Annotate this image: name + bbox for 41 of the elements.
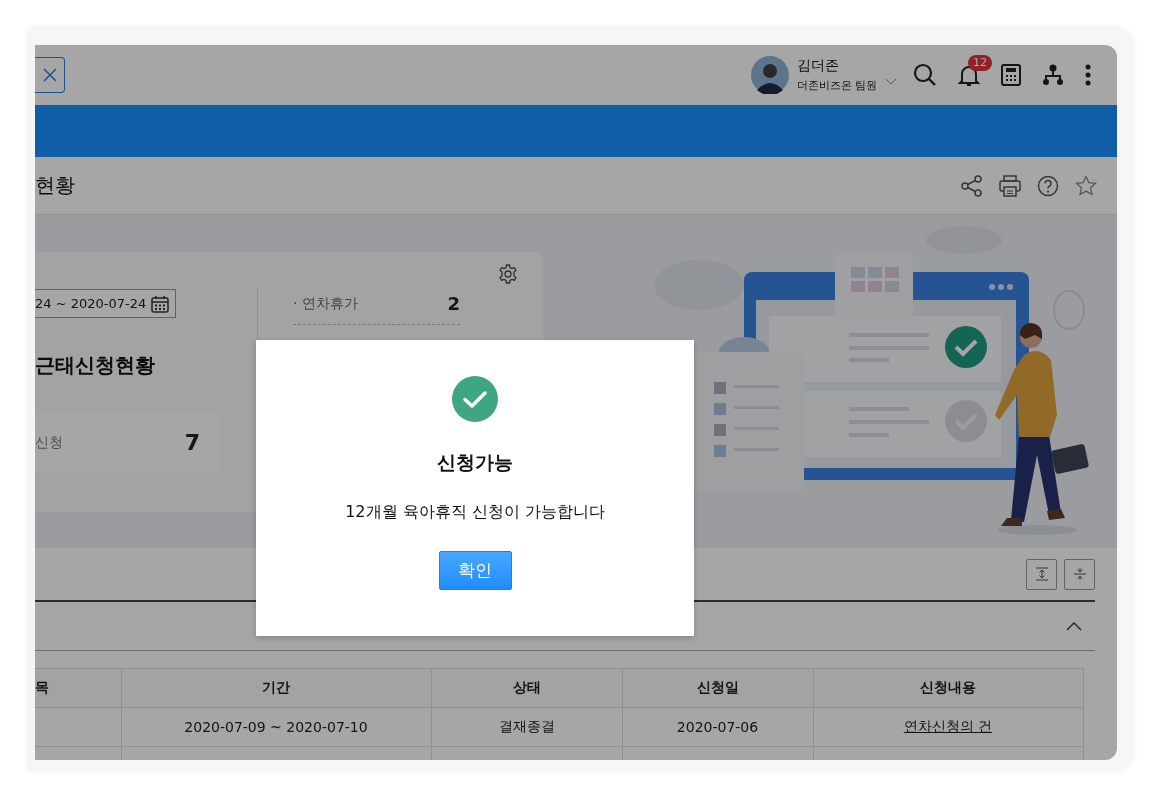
- dialog-message: 12개월 육아휴직 신청이 가능합니다: [345, 502, 605, 523]
- calculator-icon[interactable]: [1001, 64, 1021, 86]
- expand-icon: [1034, 567, 1049, 581]
- column-header: 기간: [262, 679, 290, 695]
- close-icon: [42, 68, 57, 82]
- favorite-star-icon[interactable]: [1075, 174, 1097, 197]
- collapse-icon: [1072, 567, 1087, 581]
- table-cell: 2020-07-09 ~ 2020-07-10: [184, 719, 368, 735]
- table-cell: 결재종결: [498, 718, 555, 734]
- help-icon[interactable]: [1037, 174, 1059, 197]
- total-value: 7: [184, 430, 200, 455]
- more-icon[interactable]: [1085, 64, 1091, 86]
- print-icon[interactable]: [999, 174, 1021, 197]
- summary-heading: 근태신청현황: [35, 352, 156, 379]
- search-icon[interactable]: [913, 63, 937, 87]
- success-check-icon: [452, 376, 498, 422]
- collapse-all-button[interactable]: [1064, 558, 1095, 590]
- user-role: 더존비즈온 팀원: [796, 78, 877, 93]
- calendar-icon[interactable]: [151, 294, 169, 313]
- user-name: 김더존: [796, 57, 840, 75]
- page-title: 현황: [35, 172, 75, 199]
- chevron-down-icon[interactable]: [885, 78, 897, 86]
- request-link[interactable]: 연차신청의 건: [903, 718, 993, 734]
- column-header: 신청내용: [920, 679, 976, 695]
- leave-count: 2: [447, 293, 460, 314]
- dialog-title: 신청가능: [437, 450, 513, 475]
- close-button[interactable]: [35, 57, 65, 93]
- settings-icon[interactable]: [498, 264, 518, 284]
- chevron-icon[interactable]: [1066, 621, 1082, 631]
- leave-type-label: · 연차휴가: [293, 294, 358, 313]
- date-range-field[interactable]: 24 ~ 2020-07-24: [35, 289, 176, 318]
- expand-all-button[interactable]: [1026, 558, 1057, 590]
- org-chart-icon[interactable]: [1042, 64, 1064, 86]
- column-header: 상태: [512, 679, 541, 695]
- avatar[interactable]: [750, 56, 789, 94]
- total-label: 신청: [35, 433, 63, 452]
- column-header: 신청일: [696, 679, 739, 695]
- table-cell: 2020-07-06: [676, 719, 759, 735]
- share-icon[interactable]: [961, 174, 983, 197]
- notification-badge: 12: [968, 55, 992, 71]
- column-header: 목: [35, 679, 49, 695]
